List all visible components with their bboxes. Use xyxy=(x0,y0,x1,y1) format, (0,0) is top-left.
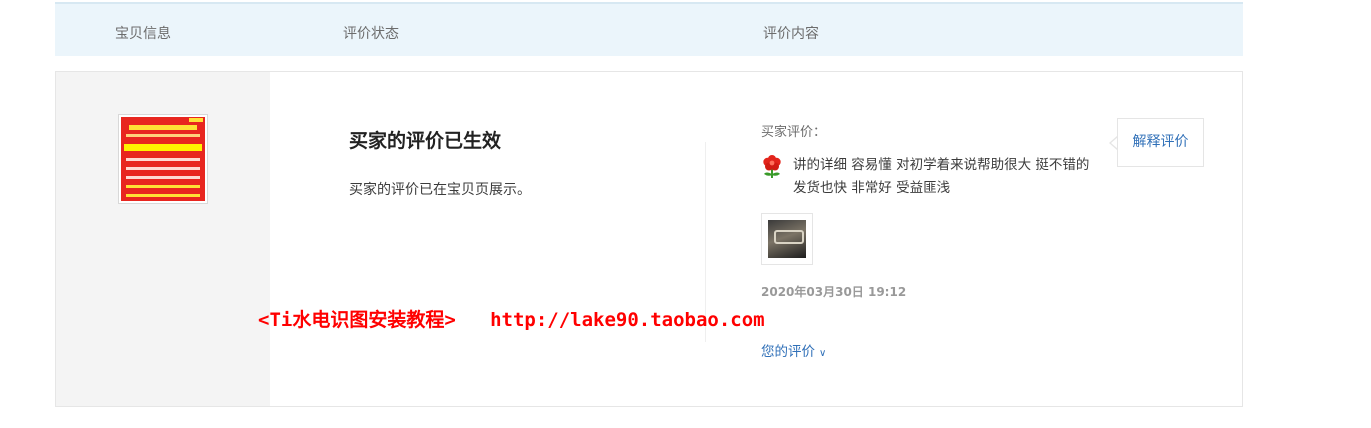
review-status-description: 买家的评价已在宝贝页展示。 xyxy=(349,182,531,198)
product-thumbnail[interactable] xyxy=(118,114,208,204)
review-text: 讲的详细 容易懂 对初学着来说帮助很大 挺不错的 发货也快 非常好 受益匪浅 xyxy=(793,157,1090,196)
table-header: 宝贝信息 评价状态 评价内容 xyxy=(55,2,1243,56)
product-image xyxy=(121,117,205,201)
your-review-label: 您的评价 xyxy=(761,344,815,360)
item-info-cell xyxy=(56,72,270,406)
explain-review-button[interactable]: 解释评价 xyxy=(1117,118,1204,167)
chevron-down-icon: ∨ xyxy=(819,348,827,359)
review-timestamp: 2020年03月30日 19:12 xyxy=(761,285,907,299)
header-review-content: 评价内容 xyxy=(763,26,819,42)
your-review-toggle[interactable]: 您的评价 ∨ xyxy=(761,340,826,360)
review-status-title: 买家的评价已生效 xyxy=(349,130,502,152)
header-review-status: 评价状态 xyxy=(343,26,399,42)
watermark-text: <Ti水电识图安装教程> http://lake90.taobao.com xyxy=(258,309,765,331)
header-item-info: 宝贝信息 xyxy=(115,26,171,42)
review-photo-thumbnail[interactable] xyxy=(761,213,813,265)
red-flower-icon xyxy=(763,155,781,178)
review-row: 买家的评价已生效 买家的评价已在宝贝页展示。 买家评价： 讲的详细 容易懂 对初… xyxy=(55,71,1243,407)
buyer-review-label: 买家评价： xyxy=(761,125,827,140)
review-photo-image xyxy=(768,220,806,258)
